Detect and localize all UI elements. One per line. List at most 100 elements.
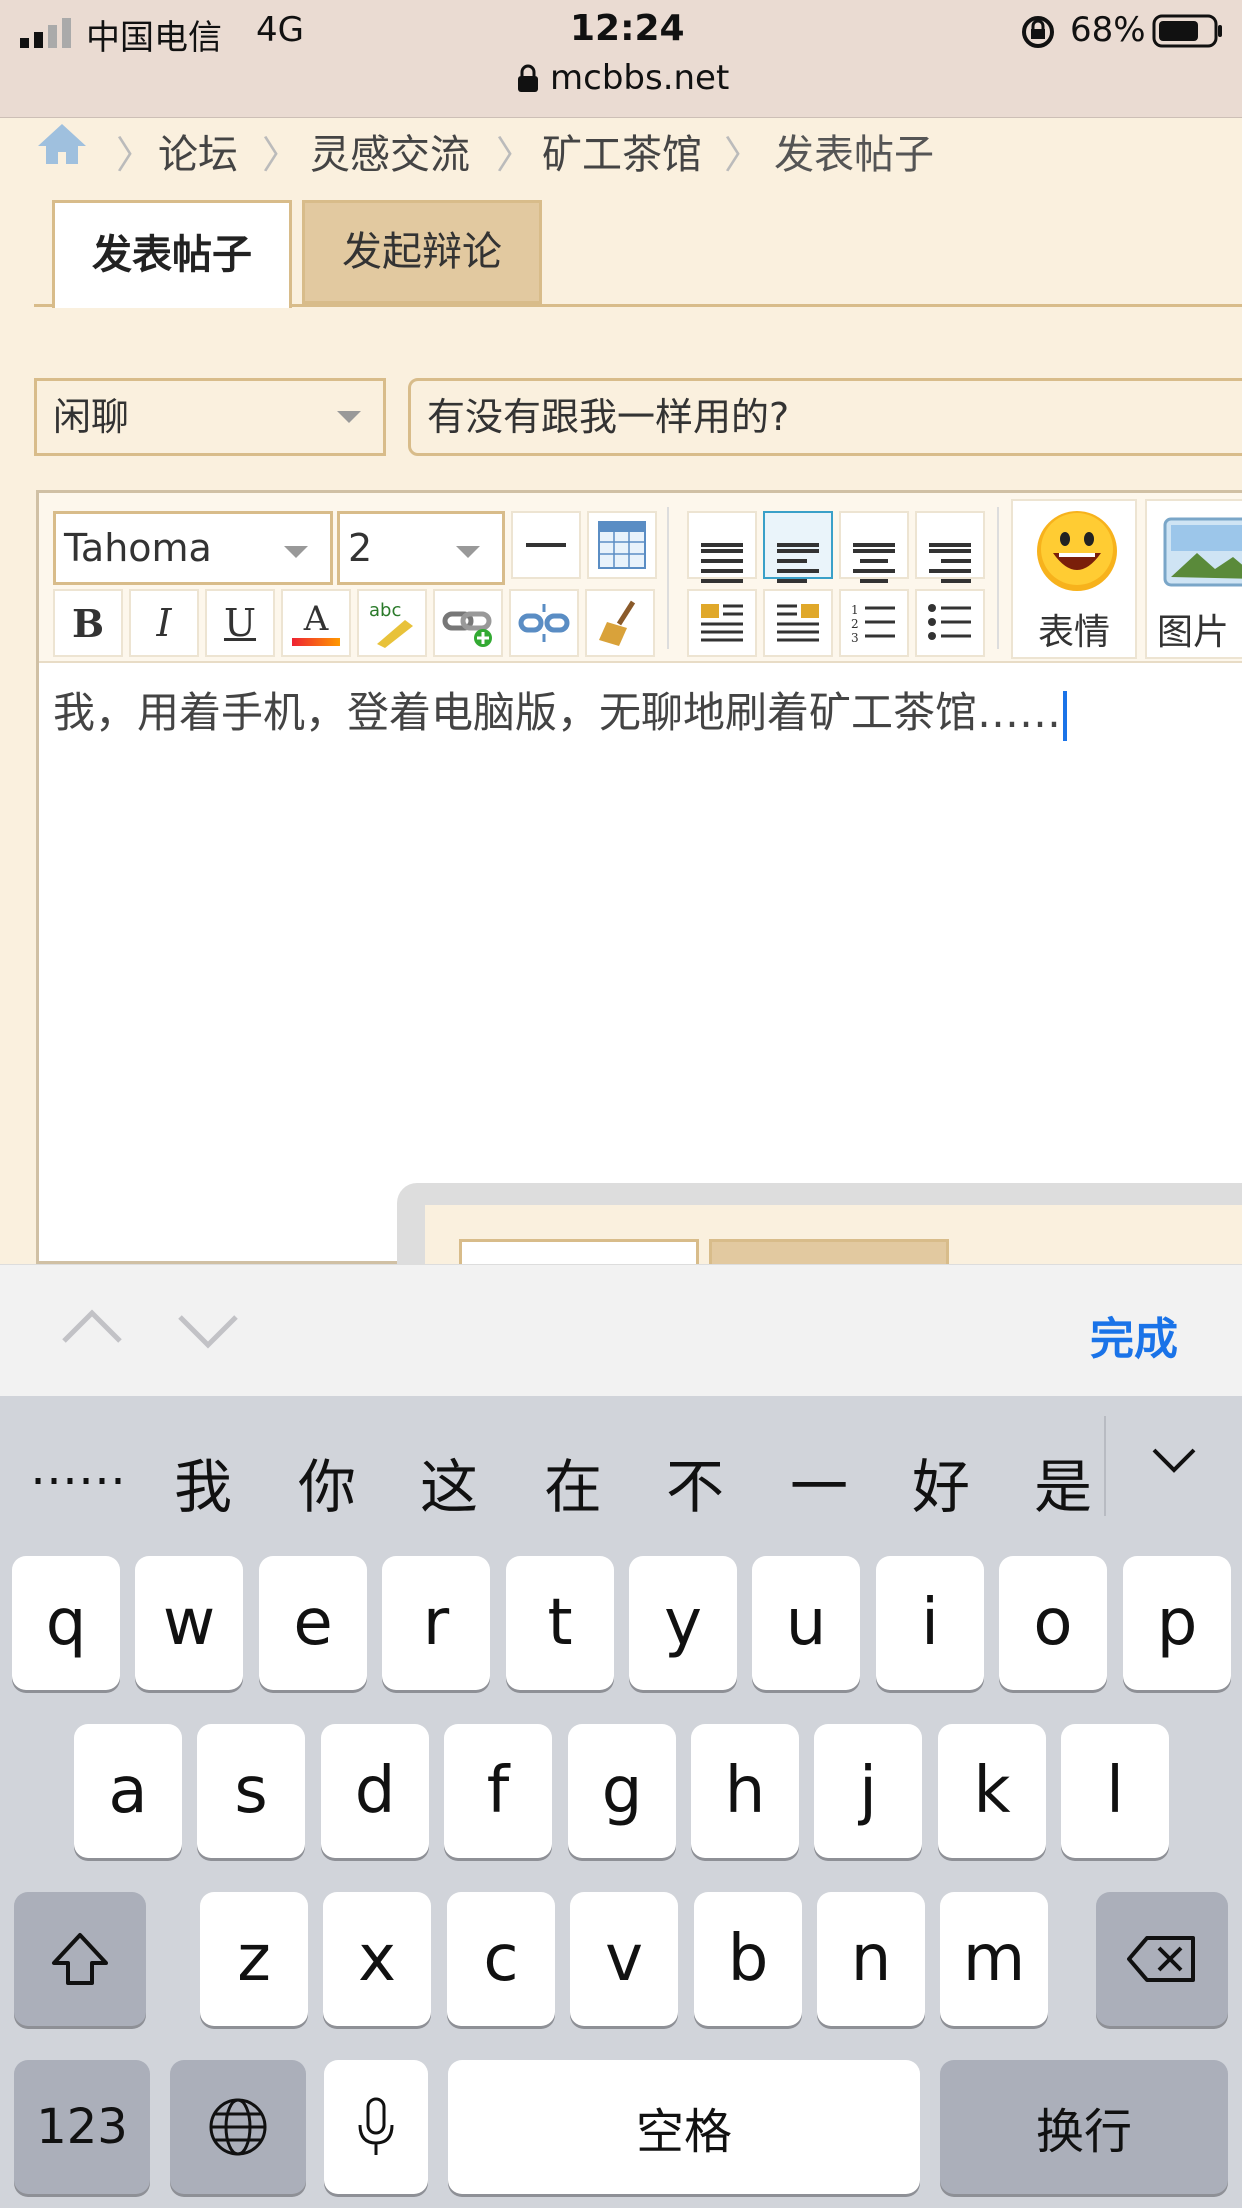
key-x[interactable]: x — [323, 1892, 431, 2026]
signal-icon — [20, 18, 74, 48]
candidate-word[interactable]: 在 — [544, 1440, 602, 1524]
candidate-word[interactable]: 好 — [912, 1440, 970, 1524]
candidate-word[interactable]: 是 — [1034, 1440, 1092, 1524]
key-n[interactable]: n — [817, 1892, 925, 2026]
key-v[interactable]: v — [570, 1892, 678, 2026]
numbers-key[interactable]: 123 — [14, 2060, 150, 2194]
unlink-button[interactable] — [509, 589, 579, 657]
unlink-icon — [518, 604, 570, 642]
align-right-button[interactable] — [915, 511, 985, 583]
home-icon[interactable] — [34, 120, 90, 170]
key-b[interactable]: b — [694, 1892, 802, 2026]
key-c[interactable]: c — [447, 1892, 555, 2026]
bullet-list-button[interactable] — [915, 589, 985, 657]
candidate-word[interactable]: 你 — [298, 1440, 356, 1524]
key-o[interactable]: o — [999, 1556, 1107, 1690]
ordered-list-button[interactable]: 123 — [839, 589, 909, 657]
url-text[interactable]: mcbbs.net — [550, 58, 729, 98]
font-family-value: Tahoma — [64, 526, 212, 570]
font-color-button[interactable]: A — [281, 589, 351, 657]
key-i[interactable]: i — [876, 1556, 984, 1690]
italic-button[interactable]: I — [129, 589, 199, 657]
space-key[interactable]: 空格 — [448, 2060, 920, 2194]
candidate-word[interactable]: 我 — [174, 1440, 232, 1524]
key-a[interactable]: a — [74, 1724, 182, 1858]
done-button[interactable]: 完成 — [1090, 1303, 1178, 1367]
font-family-select[interactable]: Tahoma — [53, 511, 333, 585]
font-size-select[interactable]: 2 — [337, 511, 505, 585]
key-m[interactable]: m — [940, 1892, 1048, 2026]
candidate-word[interactable]: 不 — [666, 1440, 724, 1524]
microphone-key[interactable] — [324, 2060, 428, 2194]
float-left-button[interactable] — [687, 589, 757, 657]
image-icon — [1163, 517, 1242, 587]
globe-key[interactable] — [170, 2060, 306, 2194]
breadcrumb-teahouse[interactable]: 矿工茶馆 — [542, 122, 702, 180]
key-r[interactable]: r — [382, 1556, 490, 1690]
delete-key[interactable] — [1096, 1892, 1228, 2026]
next-field-button[interactable] — [176, 1313, 240, 1357]
rotation-lock-icon — [1020, 14, 1056, 54]
lock-icon — [516, 64, 540, 98]
insert-link-button[interactable] — [433, 589, 503, 657]
editor-text: 我，用着手机，登着电脑版，无聊地刷着矿工茶馆…… — [53, 688, 1062, 737]
chevron-right-icon: 〉 — [262, 133, 301, 177]
editor-content[interactable]: 我，用着手机，登着电脑版，无聊地刷着矿工茶馆…… — [53, 679, 1242, 829]
shift-key[interactable] — [14, 1892, 146, 2026]
ordered-list-icon: 123 — [851, 603, 895, 645]
chevron-down-icon — [456, 546, 480, 558]
key-d[interactable]: d — [321, 1724, 429, 1858]
key-z[interactable]: z — [200, 1892, 308, 2026]
popup-panel — [397, 1183, 1242, 1279]
candidate-word[interactable]: 这 — [420, 1440, 478, 1524]
horizontal-rule-icon — [526, 543, 566, 547]
key-p[interactable]: p — [1123, 1556, 1231, 1690]
key-s[interactable]: s — [197, 1724, 305, 1858]
tab-new-debate[interactable]: 发起辩论 — [302, 200, 542, 304]
clear-format-button[interactable] — [585, 589, 655, 657]
toolbar-divider — [667, 507, 669, 649]
emoji-button[interactable]: 表情 — [1011, 499, 1137, 659]
horizontal-rule-button[interactable] — [511, 511, 581, 579]
chevron-down-icon — [337, 411, 361, 423]
tab-new-post[interactable]: 发表帖子 — [52, 200, 292, 308]
key-e[interactable]: e — [259, 1556, 367, 1690]
key-l[interactable]: l — [1061, 1724, 1169, 1858]
title-input[interactable]: 有没有跟我一样用的? — [408, 378, 1242, 456]
image-button[interactable]: 图片 — [1145, 499, 1242, 659]
align-center-button[interactable] — [839, 511, 909, 583]
key-f[interactable]: f — [444, 1724, 552, 1858]
return-key[interactable]: 换行 — [940, 2060, 1228, 2194]
key-h[interactable]: h — [691, 1724, 799, 1858]
key-g[interactable]: g — [568, 1724, 676, 1858]
font-color-icon: A — [303, 599, 329, 639]
previous-field-button[interactable] — [60, 1305, 124, 1349]
italic-icon: I — [156, 601, 172, 645]
float-right-button[interactable] — [763, 589, 833, 657]
key-k[interactable]: k — [938, 1724, 1046, 1858]
key-u[interactable]: u — [752, 1556, 860, 1690]
key-q[interactable]: q — [12, 1556, 120, 1690]
category-select[interactable]: 闲聊 — [34, 378, 386, 456]
breadcrumb-inspiration[interactable]: 灵感交流 — [310, 122, 470, 180]
key-t[interactable]: t — [506, 1556, 614, 1690]
emoji-label: 表情 — [1037, 612, 1110, 653]
spellcheck-button[interactable]: abc — [357, 589, 427, 657]
underline-button[interactable]: U — [205, 589, 275, 657]
rich-text-editor: Tahoma 2 B I U A abc 123 表情 图片 我，用着手机，登着… — [36, 490, 1242, 1279]
candidate-ellipsis[interactable]: …… — [30, 1440, 126, 1496]
expand-candidates-button[interactable] — [1150, 1446, 1198, 1480]
broom-icon — [599, 600, 636, 646]
breadcrumb-forum[interactable]: 论坛 — [158, 122, 238, 180]
table-button[interactable] — [587, 511, 657, 579]
svg-text:abc: abc — [369, 600, 401, 621]
svg-text:1: 1 — [851, 603, 859, 617]
key-y[interactable]: y — [629, 1556, 737, 1690]
status-bar: 中国电信 4G 12:24 68% mcbbs.net — [0, 0, 1242, 118]
align-left-button[interactable] — [763, 511, 833, 583]
align-justify-button[interactable] — [687, 511, 757, 583]
key-w[interactable]: w — [135, 1556, 243, 1690]
bold-button[interactable]: B — [53, 589, 123, 657]
key-j[interactable]: j — [814, 1724, 922, 1858]
candidate-word[interactable]: 一 — [790, 1440, 848, 1524]
